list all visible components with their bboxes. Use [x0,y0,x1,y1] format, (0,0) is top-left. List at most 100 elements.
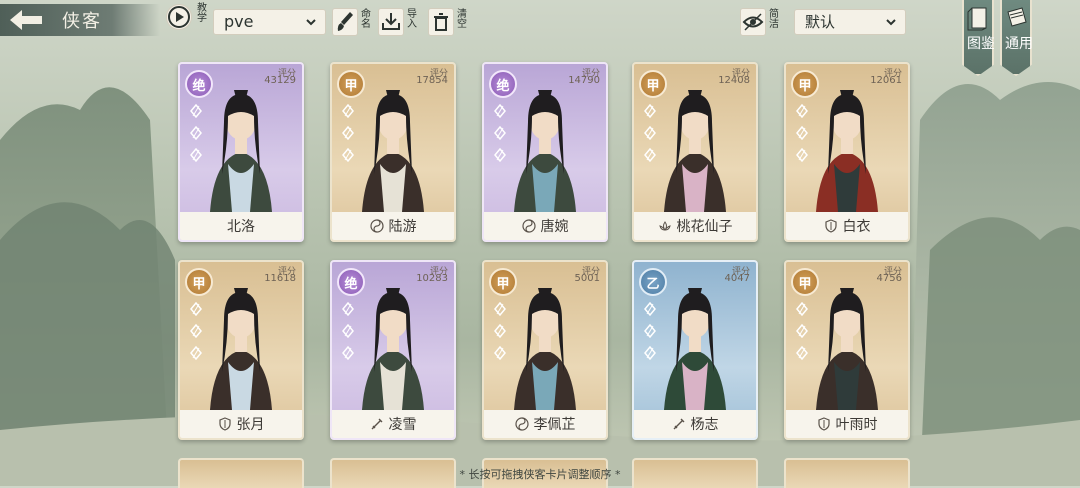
shield-icon [218,417,231,431]
compact-label: 简洁 [769,9,779,30]
skill-pip-icon [644,346,656,360]
shield-icon [817,417,830,431]
compact-toggle[interactable] [740,8,766,36]
skill-pip-icon [644,148,656,162]
clear-button[interactable] [428,8,454,36]
trash-icon [434,13,448,31]
brush-icon [337,12,353,31]
hero-card[interactable]: 绝 评分 43129 北洛 [178,62,304,242]
hero-card[interactable]: 甲 评分 12061 白衣 [784,62,910,242]
grade-text: 甲 [344,78,358,94]
hero-name-bar: 白衣 [786,212,908,240]
skill-pip-icon [796,148,808,162]
skill-pip-icon [494,302,506,316]
grade-text: 绝 [344,276,358,292]
tab-general[interactable]: 通用 [1000,0,1032,76]
skill-pip-icon [494,148,506,162]
tab-gallery-label: 图鉴 [967,36,995,52]
eye-icon [742,13,764,31]
sword-icon [673,418,684,430]
score-value: 12061 [870,75,902,86]
skill-pip-icon [342,126,354,140]
hero-name: 唐婉 [540,219,569,235]
skill-pip-icon [342,148,354,162]
hero-name: 叶雨时 [835,417,878,433]
hero-card[interactable]: 甲 评分 4756 叶雨时 [784,260,910,440]
taiji-icon [521,219,536,233]
score-value: 17854 [416,75,448,86]
hero-card[interactable]: 绝 评分 10283 凌雪 [330,260,456,440]
drag-hint: * 长按可拖拽侠客卡片调整顺序 * [459,468,621,481]
score-value: 11618 [264,273,296,284]
hero-name-bar: 凌雪 [332,410,454,438]
grade-text: 甲 [798,78,812,94]
grade-badge: 绝 [337,268,365,296]
skill-pip-icon [796,126,808,140]
hero-name-bar: 唐婉 [484,212,606,240]
hero-name: 桃花仙子 [676,219,733,235]
hero-name-bar: 张月 [180,410,302,438]
grade-text: 乙 [646,276,660,292]
hero-name-bar: 叶雨时 [786,410,908,438]
clear-label: 清空 [457,9,467,30]
grade-badge: 甲 [489,268,517,296]
skill-pip-icon [644,324,656,338]
hero-card[interactable]: 甲 评分 11618 张月 [178,260,304,440]
hero-name: 陆游 [388,219,417,235]
top-bar: 侠客 教学 pve 命名 导入 清空 简洁 默认 图鉴 通用 [0,0,1080,76]
grade-badge: 甲 [337,70,365,98]
back-button[interactable] [6,6,46,34]
grade-badge: 绝 [185,70,213,98]
grade-badge: 乙 [639,268,667,296]
skill-pip-icon [644,126,656,140]
grade-badge: 甲 [791,70,819,98]
score-value: 5001 [574,273,600,284]
import-button[interactable] [378,8,404,36]
skill-pip-icon [796,346,808,360]
grade-text: 绝 [192,78,206,94]
sort-select[interactable]: 默认 [794,9,906,35]
skill-pip-icon [342,302,354,316]
chevron-down-icon [306,19,316,26]
hero-card[interactable]: 甲 评分 12408 桃花仙子 [632,62,758,242]
rename-button[interactable] [332,8,358,36]
hero-name: 北洛 [227,219,255,235]
tutorial-button[interactable] [166,4,192,30]
hero-name: 白衣 [842,219,871,235]
taiji-icon [514,417,529,431]
hero-name-bar: 桃花仙子 [634,212,756,240]
skill-pip-icon [190,148,202,162]
skill-pip-icon [342,324,354,338]
hero-name-bar: 杨志 [634,410,756,438]
grade-badge: 甲 [791,268,819,296]
back-arrow-icon [10,10,42,30]
grade-badge: 甲 [185,268,213,296]
scroll-icon [1007,7,1027,27]
sword-icon [371,418,382,430]
score-value: 4047 [724,273,750,284]
hero-card[interactable]: 绝 评分 14790 唐婉 [482,62,608,242]
skill-pip-icon [494,324,506,338]
hero-card[interactable]: 甲 评分 17854 陆游 [330,62,456,242]
mode-select[interactable]: pve [213,9,326,35]
rename-label: 命名 [361,9,371,30]
grade-text: 甲 [192,276,206,292]
skill-pip-icon [190,324,202,338]
tab-gallery[interactable]: 图鉴 [962,0,994,76]
hero-name: 张月 [236,417,265,433]
skill-pip-icon [190,126,202,140]
taiji-icon [369,219,384,233]
skill-pip-icon [494,346,506,360]
page-title: 侠客 [62,11,102,32]
skill-pip-icon [796,324,808,338]
shield-icon [824,219,837,233]
hero-name-bar: 陆游 [332,212,454,240]
grade-text: 甲 [798,276,812,292]
grade-badge: 绝 [489,70,517,98]
hero-card[interactable]: 甲 评分 5001 李佩芷 [482,260,608,440]
hero-name-bar: 李佩芷 [484,410,606,438]
hero-name: 杨志 [690,417,719,433]
import-icon [382,13,400,30]
hero-card[interactable]: 乙 评分 4047 杨志 [632,260,758,440]
skill-pip-icon [342,346,354,360]
